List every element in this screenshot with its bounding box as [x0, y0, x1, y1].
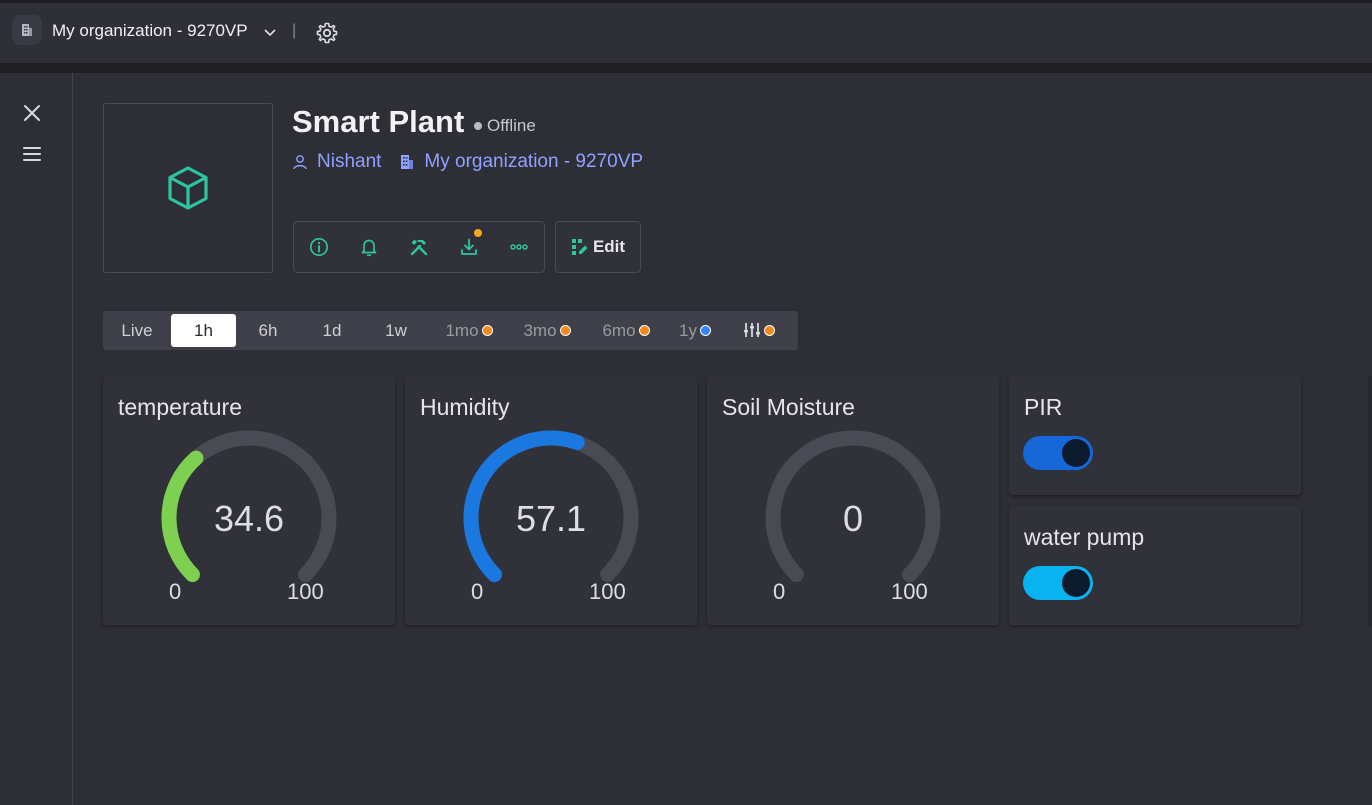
range-1mo[interactable]: 1mo — [436, 311, 502, 350]
tools-icon — [410, 239, 428, 256]
pir-switch[interactable] — [1023, 436, 1093, 470]
gauge-value: 57.1 — [515, 498, 587, 539]
gauge-min: 0 — [773, 579, 786, 604]
range-1h[interactable]: 1h — [171, 314, 236, 347]
bell-icon — [361, 239, 377, 257]
water-pump-switch[interactable] — [1023, 566, 1093, 600]
topbar-separator — [0, 63, 1372, 73]
range-custom-filter[interactable] — [735, 311, 783, 350]
range-badge — [699, 325, 711, 337]
sliders-icon — [744, 322, 760, 337]
gauge-value: 0 — [842, 498, 864, 539]
range-1y[interactable]: 1y — [671, 311, 719, 350]
range-badge — [764, 325, 775, 337]
gauge-min: 0 — [471, 579, 484, 604]
range-label: 1y — [679, 321, 697, 340]
status-dot — [474, 122, 482, 130]
edit-label: Edit — [592, 237, 626, 256]
range-label: 6mo — [602, 321, 636, 340]
range-3mo[interactable]: 3mo — [514, 311, 580, 350]
info-icon — [309, 237, 329, 257]
range-label: 1h — [194, 321, 213, 340]
building-icon — [401, 155, 414, 169]
gauge-max: 100 — [891, 579, 928, 604]
device-title: Smart Plant — [292, 104, 465, 139]
download-badge — [474, 229, 482, 237]
gauge-value: 34.6 — [213, 498, 285, 539]
owner-link[interactable]: Nishant — [317, 151, 381, 173]
sidebar — [0, 73, 73, 805]
organization-avatar[interactable] — [12, 15, 42, 45]
temperature-widget[interactable]: temperature 34.6 0 100 — [103, 376, 395, 625]
range-label: 1w — [385, 321, 407, 340]
edit-dashboard-icon — [571, 239, 588, 255]
widget-title: water pump — [1024, 524, 1145, 550]
organization-link[interactable]: My organization - 9270VP — [424, 151, 643, 173]
pir-widget: PIR — [1009, 376, 1301, 495]
gauge-min: 0 — [169, 579, 182, 604]
range-Live[interactable]: Live — [111, 311, 163, 350]
range-label: 6h — [258, 321, 278, 340]
device-meta: Nishant My organization - 9270VP — [292, 151, 643, 173]
switch-knob — [1062, 569, 1090, 597]
range-6mo[interactable]: 6mo — [593, 311, 659, 350]
notifications-button[interactable] — [357, 235, 381, 259]
gauge-max: 100 — [589, 579, 626, 604]
switch-knob — [1062, 439, 1090, 467]
range-1d[interactable]: 1d — [300, 311, 364, 350]
range-badge — [638, 325, 650, 337]
building-icon — [22, 24, 32, 36]
chevron-down-icon[interactable] — [263, 25, 277, 39]
time-range-selector: Live 1h 6h 1d 1w 1mo 3mo 6mo 1y — [103, 311, 798, 350]
water-pump-widget: water pump — [1009, 506, 1301, 625]
organization-switcher[interactable]: My organization - 9270VP — [52, 21, 248, 41]
status-badge: Offline — [474, 116, 536, 136]
range-6h[interactable]: 6h — [236, 311, 300, 350]
cube-icon — [168, 166, 208, 210]
range-badge — [559, 325, 571, 337]
range-label: 1mo — [445, 321, 479, 340]
range-label: 1d — [322, 321, 342, 340]
top-bar: My organization - 9270VP | — [0, 3, 1372, 63]
status-text: Offline — [487, 116, 536, 135]
topbar-divider: | — [292, 22, 297, 39]
user-icon — [293, 155, 307, 170]
range-1w[interactable]: 1w — [364, 311, 428, 350]
gauge-max: 100 — [287, 579, 324, 604]
widget-title: PIR — [1024, 394, 1063, 420]
soil-moisture-widget[interactable]: Soil Moisture 0 0 100 — [707, 376, 999, 625]
gear-icon[interactable] — [315, 21, 339, 45]
menu-icon[interactable] — [22, 144, 42, 164]
tools-button[interactable] — [407, 235, 431, 259]
info-button[interactable] — [307, 235, 331, 259]
edit-button[interactable]: Edit — [555, 221, 641, 273]
humidity-widget[interactable]: Humidity 57.1 0 100 — [405, 376, 697, 625]
device-image[interactable] — [103, 103, 273, 273]
range-label: Live — [121, 321, 153, 340]
download-button[interactable] — [457, 235, 481, 259]
scroll-edge — [1368, 376, 1372, 626]
close-icon[interactable] — [22, 103, 42, 123]
more-button[interactable] — [507, 235, 531, 259]
range-badge — [481, 325, 493, 337]
range-label: 3mo — [523, 321, 557, 340]
download-icon — [461, 238, 477, 255]
device-action-toolbar — [293, 221, 545, 273]
more-icon — [510, 244, 528, 250]
